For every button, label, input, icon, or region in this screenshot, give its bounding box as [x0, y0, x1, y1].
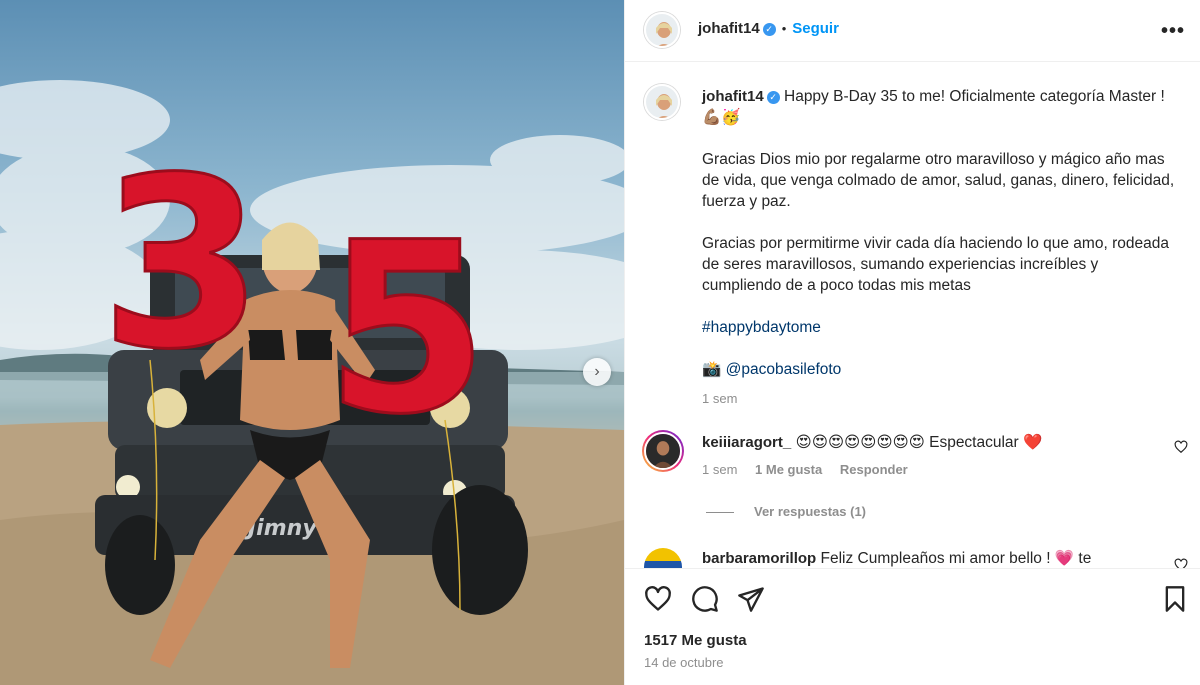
share-plane-svg: [738, 587, 764, 612]
svg-text:3: 3: [100, 128, 264, 401]
comment-text: 😍😍😍😍😍😍😍😍 Espectacular ❤️: [795, 434, 1043, 451]
caption-credit[interactable]: 📸 @pacobasilefoto: [702, 361, 841, 378]
comment-avatar[interactable]: [642, 430, 684, 472]
view-replies-label: Ver respuestas (1): [754, 504, 867, 519]
comment-item: barbaramorillop Feliz Cumpleaños mi amor…: [625, 544, 1200, 568]
comment-likes[interactable]: 1 Me gusta: [755, 462, 822, 477]
verified-badge-icon: ✓: [766, 91, 780, 104]
caption-text: johafit14 ✓ Happy B-Day 35 to me! Oficial…: [702, 86, 1177, 409]
comment-username[interactable]: barbaramorillop: [702, 550, 816, 567]
comment-item: keiiiaragort_ 😍😍😍😍😍😍😍😍 Espectacular ❤️ 1…: [625, 428, 1200, 498]
like-heart-svg: [645, 586, 671, 611]
caption-avatar[interactable]: [644, 84, 680, 120]
author-username[interactable]: johafit14: [698, 20, 760, 37]
comment-text: Feliz Cumpleaños mi amor bello ! 💗 te: [820, 550, 1092, 567]
post-details-panel: johafit14 ✓ • Seguir ••• johafit14 ✓ Happy B…: [624, 0, 1200, 685]
comment-text-line: keiiiaragort_ 😍😍😍😍😍😍😍😍 Espectacular ❤️: [702, 432, 1157, 453]
comment-avatar-image: [644, 548, 682, 568]
more-options-icon[interactable]: •••: [1161, 20, 1185, 43]
caption-paragraph-3: Gracias por permitirme vivir cada día ha…: [702, 235, 1169, 294]
separator-dot: •: [781, 21, 787, 36]
comment-like-heart-svg: [1174, 440, 1188, 454]
comment-avatar[interactable]: [644, 548, 682, 568]
bookmark-icon[interactable]: [1161, 585, 1189, 613]
post-action-bar: 1517 Me gusta 14 de octubre: [625, 568, 1200, 685]
likes-count[interactable]: 1517 Me gusta: [644, 632, 747, 649]
heart-icon[interactable]: [644, 585, 672, 613]
post-header: johafit14 ✓ • Seguir •••: [625, 0, 1200, 62]
author-avatar[interactable]: [644, 12, 680, 48]
post-photo[interactable]: Jimny 3 5 ›: [0, 0, 624, 685]
comment-time: 1 sem: [702, 462, 738, 477]
verified-badge-icon: ✓: [762, 23, 776, 36]
follow-button[interactable]: Seguir: [792, 20, 839, 37]
svg-text:5: 5: [325, 193, 489, 466]
caption-hashtag[interactable]: #happybdaytome: [702, 319, 821, 336]
comment-icon[interactable]: [691, 585, 719, 613]
post-photo-illustration: Jimny 3 5: [0, 80, 624, 685]
caption-time: 1 sem: [702, 391, 738, 406]
replies-divider: [706, 512, 734, 514]
caption-username[interactable]: johafit14: [702, 88, 764, 105]
comment-like-heart-svg: [1174, 558, 1188, 568]
save-bookmark-svg: [1165, 586, 1185, 612]
caption-avatar-image: [646, 86, 678, 118]
comment-username[interactable]: keiiiaragort_: [702, 434, 791, 451]
small-heart-icon[interactable]: [1174, 440, 1188, 457]
comment-reply-button[interactable]: Responder: [840, 462, 908, 477]
comment-text-line: barbaramorillop Feliz Cumpleaños mi amor…: [702, 548, 1157, 568]
post-date: 14 de octubre: [644, 655, 724, 670]
next-image-button[interactable]: ›: [583, 358, 611, 386]
small-heart-icon[interactable]: [1174, 558, 1188, 568]
view-replies-button[interactable]: Ver respuestas (1): [706, 504, 866, 519]
chevron-right-icon: ›: [594, 363, 600, 380]
comment-actions: 1 sem 1 Me gusta Responder: [702, 462, 922, 477]
paper-plane-icon[interactable]: [737, 585, 765, 613]
comment-bubble-svg: [692, 586, 718, 612]
comment-avatar-image: [644, 432, 682, 470]
author-avatar-image: [646, 14, 678, 46]
header-user-line: johafit14 ✓ • Seguir: [698, 20, 839, 38]
caption-paragraph-2: Gracias Dios mio por regalarme otro mara…: [702, 151, 1175, 210]
